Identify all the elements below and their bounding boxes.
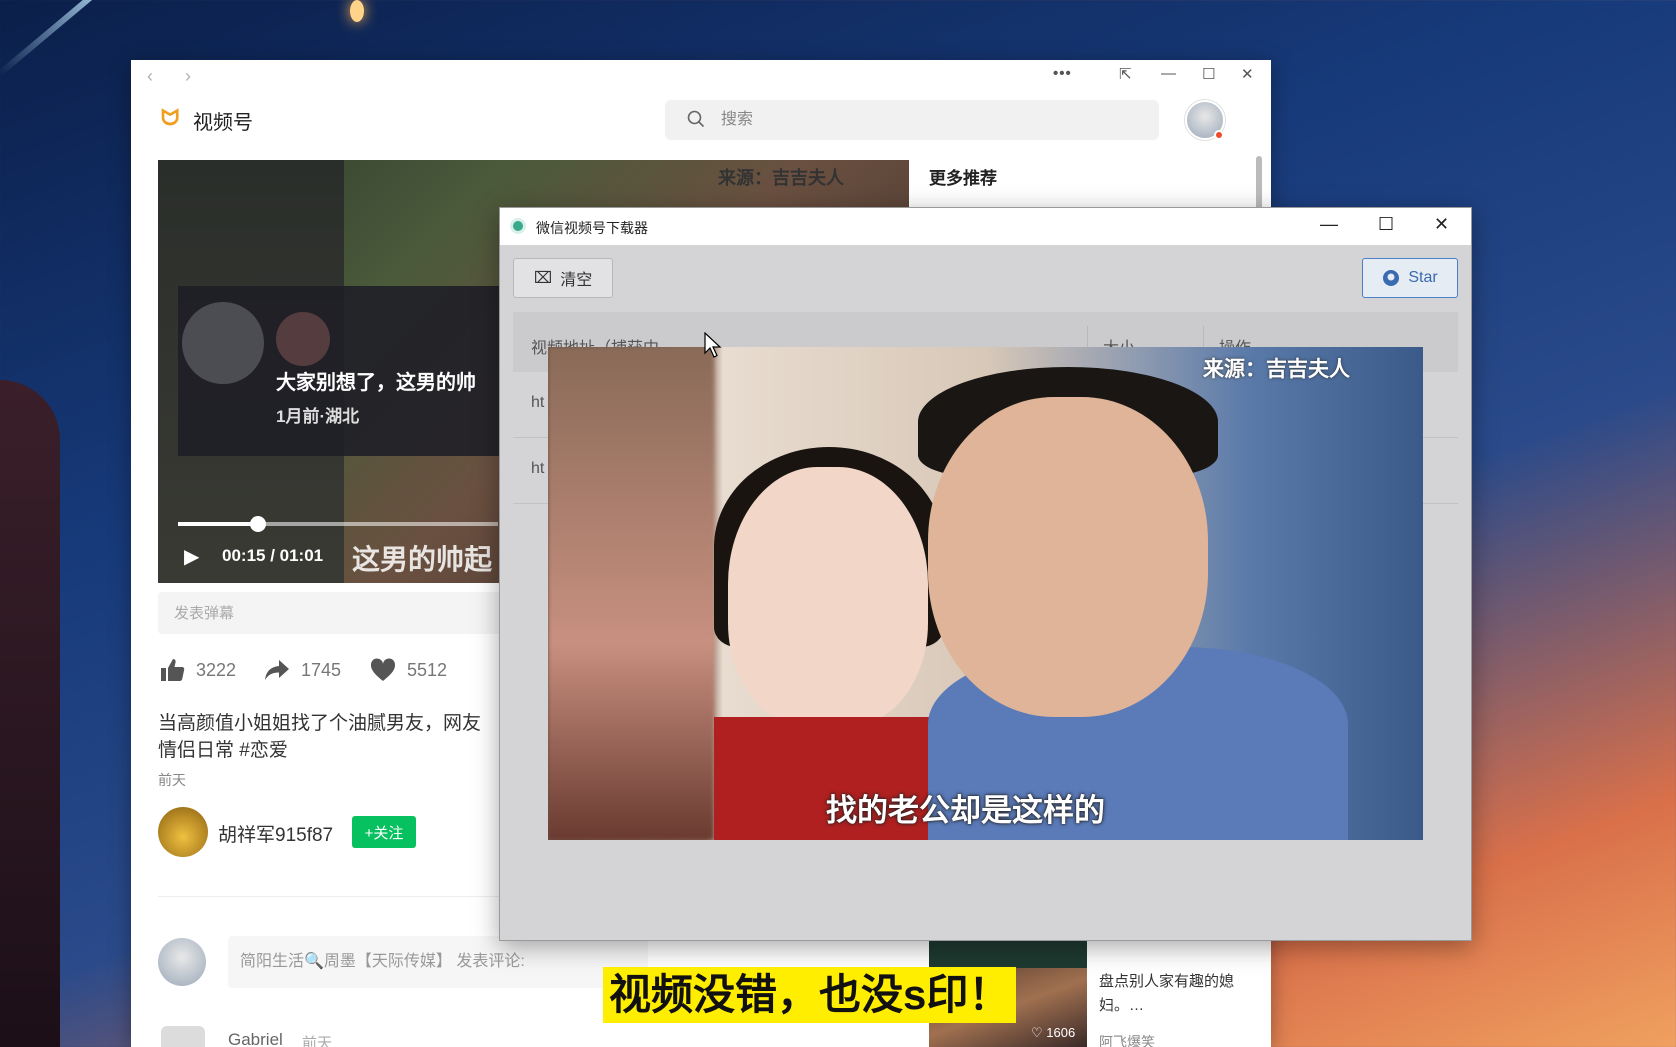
maximize-icon[interactable]: ☐ [1202, 65, 1215, 83]
forward-icon[interactable]: › [185, 66, 191, 87]
minimize-icon[interactable]: — [1320, 214, 1338, 235]
scrollbar[interactable] [1256, 156, 1262, 212]
card-title: 大家别想了，这男的帅 [276, 372, 476, 394]
video-info-card[interactable]: 大家别想了，这男的帅 1月前·湖北 [178, 286, 508, 456]
commenter-avatar [158, 938, 206, 986]
video-caption-banner: 视频没错，也没s印！ [603, 967, 1017, 1023]
row-url: ht [531, 460, 545, 477]
downloader-app-icon [510, 218, 526, 234]
thumbs-up-icon [161, 659, 185, 681]
preview-person-face [928, 397, 1208, 717]
more-icon[interactable]: ••• [1053, 65, 1072, 82]
title-bar: ‹ › ••• ⇱ — ☐ ✕ [131, 60, 1271, 92]
app-title: 视频号 [193, 112, 253, 134]
recommendation-thumbnail-top [929, 940, 1087, 968]
downloader-title-bar: 微信视频号下载器 — ☐ ✕ [500, 208, 1471, 245]
heart-icon [370, 658, 396, 681]
maximize-icon[interactable]: ☐ [1378, 214, 1394, 235]
video-source-watermark: 来源：吉吉夫人 [718, 168, 844, 188]
post-time: 前天 [158, 772, 186, 788]
app-header: ᗢ 视频号 [131, 92, 1271, 152]
wallpaper-art [0, 380, 60, 1047]
favorite-button[interactable]: 5512 [369, 656, 447, 684]
progress-handle[interactable] [250, 516, 266, 532]
post-description: 当高颜值小姐姐找了个油腻男友，网友 情侣日常 #恋爱 [158, 710, 488, 764]
progress-bar[interactable] [178, 516, 498, 532]
downloader-window: 微信视频号下载器 — ☐ ✕ ⌧ 清空 Star 视频地址（捕获中 大小 操作 … [499, 207, 1472, 941]
post-description-line: 当高颜值小姐姐找了个油腻男友，网友 [158, 713, 482, 734]
github-icon [1383, 270, 1400, 286]
time-display: 00:15 / 01:01 [222, 546, 324, 565]
channels-logo-icon: ᗢ [161, 105, 180, 130]
wallpaper-streak [0, 0, 124, 77]
downloader-title: 微信视频号下载器 [536, 220, 648, 236]
search-box[interactable] [665, 100, 1159, 140]
preview-person-face [728, 467, 928, 727]
minimize-icon[interactable]: — [1161, 65, 1176, 82]
search-input[interactable] [721, 100, 1141, 140]
back-icon[interactable]: ‹ [147, 66, 153, 87]
card-avatar [276, 312, 330, 366]
recommendation-likes: ♡ 1606 [1031, 1025, 1076, 1040]
like-count: 3222 [196, 659, 237, 680]
danmaku-input[interactable] [158, 592, 518, 634]
video-preview[interactable]: 来源：吉吉夫人 找的老公却是这样的 [548, 347, 1423, 840]
comment-username[interactable]: Gabriel [228, 1030, 283, 1047]
close-icon[interactable]: ✕ [1434, 214, 1449, 235]
wallpaper-comet [350, 0, 364, 22]
preview-source-watermark: 来源：吉吉夫人 [1203, 358, 1350, 381]
notification-dot [1214, 130, 1224, 140]
card-avatar [182, 302, 264, 384]
clear-icon: ⌧ [533, 270, 553, 287]
comment-time: 前天 [302, 1035, 333, 1047]
video-subtitle: 这男的帅起 [352, 544, 493, 575]
comment-avatar[interactable] [161, 1026, 205, 1047]
like-button[interactable]: 3222 [158, 656, 236, 684]
author-avatar[interactable] [158, 807, 208, 857]
post-description-line: 情侣日常 #恋爱 [158, 740, 288, 761]
star-button-label: Star [1408, 269, 1438, 286]
preview-blurred-edge [548, 347, 714, 840]
share-icon [265, 660, 289, 680]
progress-fill [178, 522, 258, 526]
recommendation-author[interactable]: 阿飞爆笑 [1099, 1032, 1155, 1047]
share-count: 1745 [301, 659, 342, 680]
clear-button-label: 清空 [560, 272, 593, 289]
share-button[interactable]: 1745 [263, 656, 341, 684]
github-star-button[interactable]: Star [1362, 258, 1458, 298]
author-name[interactable]: 胡祥军915f87 [218, 820, 333, 847]
search-icon [687, 110, 705, 128]
recommendation-title[interactable]: 盘点别人家有趣的媳妇。… [1099, 970, 1249, 1018]
close-icon[interactable]: ✕ [1241, 65, 1254, 83]
preview-subtitle: 找的老公却是这样的 [826, 793, 1105, 828]
clear-button[interactable]: ⌧ 清空 [513, 258, 613, 298]
follow-button[interactable]: +关注 [352, 816, 416, 848]
sidebar-heading: 更多推荐 [929, 169, 997, 188]
play-icon[interactable]: ▶ [184, 544, 199, 569]
comment-input[interactable] [228, 936, 648, 988]
pin-icon[interactable]: ⇱ [1119, 65, 1132, 83]
mouse-cursor-icon [704, 332, 722, 358]
row-url: ht [531, 394, 545, 411]
card-meta: 1月前·湖北 [276, 407, 360, 426]
favorite-count: 5512 [407, 659, 448, 680]
